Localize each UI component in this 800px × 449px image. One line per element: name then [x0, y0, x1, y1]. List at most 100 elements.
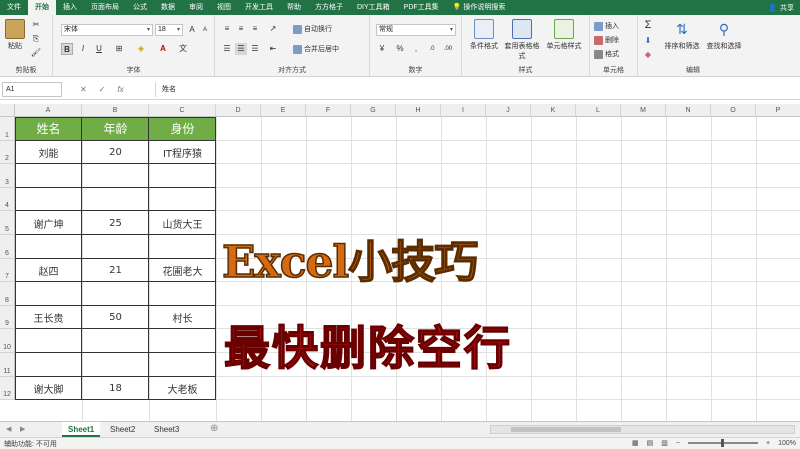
merge-center-button[interactable]: 合并后居中: [293, 44, 339, 54]
column-header[interactable]: E: [261, 104, 306, 117]
table-cell[interactable]: 谢大脚: [15, 377, 82, 401]
autosum-icon[interactable]: Σ: [642, 19, 654, 31]
increase-font-icon[interactable]: A: [186, 24, 198, 36]
normal-view-icon[interactable]: ▦: [632, 439, 639, 447]
table-cell[interactable]: 大老板: [149, 377, 216, 401]
tab-data[interactable]: 数据: [154, 0, 182, 15]
tab-view[interactable]: 视图: [210, 0, 238, 15]
zoom-in-icon[interactable]: +: [766, 440, 770, 447]
tell-me-search[interactable]: 💡 操作说明搜索: [446, 0, 513, 15]
column-header[interactable]: N: [666, 104, 711, 117]
row-header[interactable]: 4: [0, 187, 15, 212]
check-icon[interactable]: ✓: [99, 85, 106, 94]
table-cell[interactable]: [15, 353, 82, 377]
row-header[interactable]: 6: [0, 235, 15, 259]
page-layout-view-icon[interactable]: ▤: [647, 439, 654, 447]
zoom-out-icon[interactable]: −: [676, 440, 680, 447]
phonetic-icon[interactable]: 文: [177, 43, 189, 55]
table-cell[interactable]: [149, 188, 216, 212]
table-cell[interactable]: [15, 164, 82, 188]
tab-formulas[interactable]: 公式: [126, 0, 154, 15]
row-header[interactable]: 5: [0, 211, 15, 235]
column-header[interactable]: A: [15, 104, 82, 117]
tab-pdf-tools[interactable]: PDF工具集: [397, 0, 446, 15]
font-color-icon[interactable]: A: [157, 43, 169, 55]
table-cell[interactable]: [15, 282, 82, 306]
table-cell[interactable]: [149, 329, 216, 353]
select-all-corner[interactable]: [0, 104, 15, 117]
underline-button[interactable]: U: [93, 43, 105, 55]
table-cell[interactable]: [149, 235, 216, 259]
cell-styles-button[interactable]: 单元格样式: [542, 19, 586, 51]
table-cell[interactable]: IT程序猿: [149, 141, 216, 165]
currency-icon[interactable]: ¥: [376, 43, 388, 55]
find-select-button[interactable]: ⚲ 查找和选择: [704, 19, 744, 51]
format-as-table-button[interactable]: 套用表格格式: [504, 19, 540, 61]
table-cell[interactable]: 18: [82, 377, 149, 401]
font-name-combo[interactable]: 宋体 ▾: [61, 24, 153, 36]
fill-icon[interactable]: ⬇: [642, 35, 654, 47]
table-cell[interactable]: [15, 329, 82, 353]
format-painter-icon[interactable]: 🖌: [30, 47, 42, 59]
cut-icon[interactable]: ✂: [30, 19, 42, 31]
align-middle-icon[interactable]: ≡: [235, 23, 247, 35]
table-cell[interactable]: 25: [82, 211, 149, 235]
table-cell[interactable]: 赵四: [15, 259, 82, 283]
table-cell[interactable]: 谢广坤: [15, 211, 82, 235]
table-cell[interactable]: [82, 282, 149, 306]
table-cell[interactable]: 50: [82, 306, 149, 330]
orientation-icon[interactable]: ↗: [267, 23, 279, 35]
percent-icon[interactable]: %: [394, 43, 406, 55]
tab-home[interactable]: 开始: [28, 0, 56, 15]
column-header[interactable]: B: [82, 104, 149, 117]
formula-input[interactable]: 姓名: [155, 82, 798, 97]
sheet-tab-3[interactable]: Sheet3: [148, 422, 185, 437]
tab-scroll-left-icon[interactable]: ◀: [6, 425, 11, 433]
zoom-slider[interactable]: [688, 439, 758, 447]
header-cell[interactable]: 年龄: [82, 117, 149, 141]
insert-cells-button[interactable]: 插入: [594, 21, 619, 31]
borders-icon[interactable]: ⊞: [113, 43, 125, 55]
row-header[interactable]: 3: [0, 164, 15, 188]
paste-button[interactable]: 粘贴: [4, 19, 26, 51]
align-right-icon[interactable]: ☰: [249, 43, 261, 55]
row-header[interactable]: 7: [0, 258, 15, 283]
tab-file[interactable]: 文件: [0, 0, 28, 15]
table-cell[interactable]: [82, 235, 149, 259]
format-cells-button[interactable]: 格式: [594, 49, 619, 59]
column-header[interactable]: J: [486, 104, 531, 117]
table-cell[interactable]: [82, 164, 149, 188]
delete-cells-button[interactable]: 删除: [594, 35, 619, 45]
cancel-icon[interactable]: ✕: [80, 85, 87, 94]
column-header[interactable]: C: [149, 104, 216, 117]
insert-function-icon[interactable]: fx: [117, 85, 123, 94]
table-cell[interactable]: [82, 329, 149, 353]
row-header[interactable]: 11: [0, 353, 15, 377]
tab-review[interactable]: 审阅: [182, 0, 210, 15]
column-header[interactable]: F: [306, 104, 351, 117]
conditional-format-button[interactable]: 条件格式: [466, 19, 502, 51]
column-header[interactable]: O: [711, 104, 756, 117]
table-cell[interactable]: 刘能: [15, 141, 82, 165]
accessibility-status[interactable]: 辅助功能: 不可用: [4, 439, 57, 449]
add-sheet-icon[interactable]: ⊕: [210, 423, 218, 434]
wrap-text-button[interactable]: 自动换行: [293, 24, 332, 34]
table-cell[interactable]: [149, 353, 216, 377]
table-cell[interactable]: 王长贵: [15, 306, 82, 330]
column-header[interactable]: H: [396, 104, 441, 117]
column-header[interactable]: P: [756, 104, 800, 117]
table-cell[interactable]: 20: [82, 141, 149, 165]
indent-icon[interactable]: ⇤: [267, 43, 279, 55]
table-cell[interactable]: 21: [82, 259, 149, 283]
name-box[interactable]: A1: [2, 82, 62, 97]
copy-icon[interactable]: ⎘: [30, 33, 42, 45]
row-header[interactable]: 2: [0, 140, 15, 165]
column-header[interactable]: K: [531, 104, 576, 117]
horizontal-scrollbar[interactable]: [490, 425, 795, 434]
row-header[interactable]: 10: [0, 329, 15, 353]
clear-icon[interactable]: ◆: [642, 49, 654, 61]
tab-help[interactable]: 帮助: [280, 0, 308, 15]
fill-color-icon[interactable]: ◈: [135, 43, 147, 55]
tab-developer[interactable]: 开发工具: [238, 0, 280, 15]
comma-icon[interactable]: ,: [410, 43, 422, 55]
